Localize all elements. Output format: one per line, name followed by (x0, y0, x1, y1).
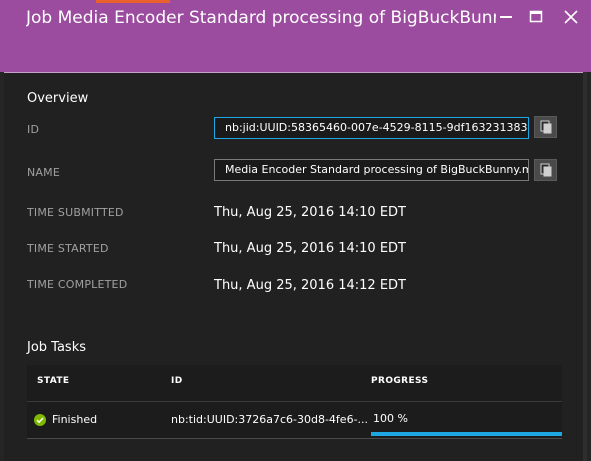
job-id-field[interactable]: nb:jid:UUID:58365460-007e-4529-8115-9df1… (214, 117, 529, 139)
window-title: Job Media Encoder Standard processing of… (26, 8, 496, 28)
task-progress-bar (371, 432, 562, 436)
overview-heading: Overview (27, 91, 89, 106)
minimize-button[interactable] (497, 8, 515, 26)
title-accent-strip (96, 0, 170, 3)
copy-icon (540, 163, 552, 177)
task-progress-fill (371, 432, 562, 436)
name-label: NAME (27, 166, 60, 179)
time-submitted-label: TIME SUBMITTED (27, 206, 124, 219)
column-header-state[interactable]: STATE (37, 376, 69, 386)
job-tasks-heading: Job Tasks (27, 340, 87, 355)
job-name-field[interactable]: Media Encoder Standard processing of Big… (214, 159, 529, 181)
task-state: Finished (52, 413, 98, 426)
time-started-value: Thu, Aug 25, 2016 14:10 EDT (214, 241, 406, 256)
task-progress-text: 100 % (373, 412, 408, 425)
maximize-button[interactable] (527, 8, 545, 26)
copy-name-button[interactable] (534, 159, 557, 181)
column-header-id[interactable]: ID (171, 376, 183, 386)
check-circle-icon (34, 414, 46, 426)
panel-edge (583, 72, 587, 461)
id-label: ID (27, 123, 40, 136)
title-bar: Job Media Encoder Standard processing of… (0, 0, 591, 72)
close-button[interactable] (562, 8, 580, 26)
time-started-label: TIME STARTED (27, 242, 109, 255)
minimize-icon (500, 16, 512, 18)
maximize-icon (529, 10, 543, 23)
time-completed-label: TIME COMPLETED (27, 278, 128, 291)
column-header-progress[interactable]: PROGRESS (371, 376, 428, 386)
copy-id-button[interactable] (534, 116, 557, 138)
task-id: nb:tid:UUID:3726a7c6-30d8-4fe6-... (171, 413, 369, 426)
time-completed-value: Thu, Aug 25, 2016 14:12 EDT (214, 278, 406, 293)
copy-icon (540, 120, 552, 134)
table-header: STATE ID PROGRESS (27, 365, 562, 402)
table-row[interactable]: Finished nb:tid:UUID:3726a7c6-30d8-4fe6-… (27, 402, 562, 439)
time-submitted-value: Thu, Aug 25, 2016 14:10 EDT (214, 205, 406, 220)
close-icon (564, 10, 578, 24)
